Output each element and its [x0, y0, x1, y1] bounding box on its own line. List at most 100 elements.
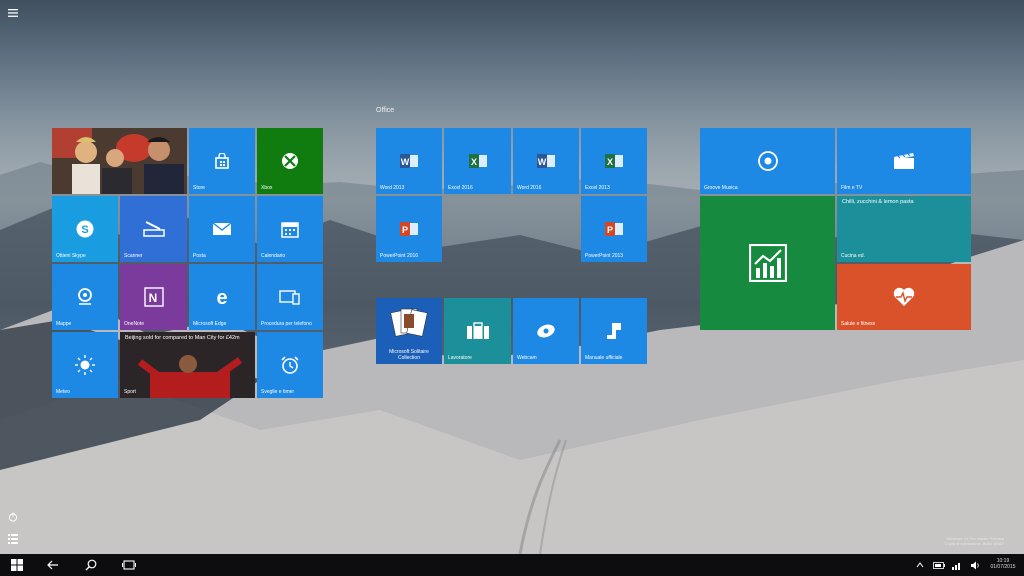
start-button[interactable] — [2, 554, 32, 576]
word-2013-label: Word 2013 — [380, 185, 405, 191]
tray-chevron-button[interactable] — [910, 554, 930, 576]
excel-icon: X — [468, 154, 487, 168]
back-button[interactable] — [38, 554, 68, 576]
network-button[interactable] — [948, 554, 966, 576]
cook-text: Chilli, zucchini & lemon pasta — [842, 199, 914, 205]
battery-button[interactable] — [930, 554, 948, 576]
task-view-button[interactable] — [114, 554, 144, 576]
word-2013-tile[interactable]: W Word 2013 — [376, 128, 442, 194]
word-icon: W — [537, 154, 555, 168]
volume-icon — [971, 561, 979, 569]
powerpoint-2016-tile[interactable]: P PowerPoint 2016 — [376, 196, 442, 262]
films-tv-tile[interactable]: Film e TV — [837, 128, 971, 194]
business-tile[interactable]: Lavoratore — [444, 298, 511, 364]
search-icon — [85, 559, 97, 571]
svg-text:e: e — [216, 287, 227, 307]
news-photo-tile[interactable] — [52, 128, 187, 194]
powerpoint-2016-label: PowerPoint 2016 — [380, 253, 419, 259]
task-view-icon — [122, 560, 136, 570]
edge-label: Microsoft Edge — [193, 321, 227, 327]
excel-2016-label: Excel 2016 — [448, 185, 473, 191]
phone-companion-label: Procedura per telefono — [261, 321, 312, 327]
edge-tile[interactable]: e Microsoft Edge — [189, 264, 255, 330]
film-icon — [894, 153, 914, 169]
desktop-background: Store Xbox S Ottieni Skype Scanner Posta… — [0, 0, 1024, 554]
onenote-icon: N — [143, 287, 164, 307]
mail-tile[interactable]: Posta — [189, 196, 255, 262]
xbox-tile[interactable]: Xbox — [257, 128, 323, 194]
briefcase-icon — [466, 322, 489, 339]
weather-sun-icon — [75, 355, 95, 375]
calendar-icon — [281, 222, 299, 238]
windows-logo-icon — [11, 559, 23, 571]
webcam-label: Webcam — [517, 355, 537, 361]
news-photo-image — [52, 128, 187, 194]
maps-tile[interactable]: Mappe — [52, 264, 118, 330]
sport-headline: Beijing sold for compared to Man City fo… — [125, 335, 240, 341]
group-title-office: Office — [376, 107, 395, 114]
cook-tile[interactable]: Chilli, zucchini & lemon pasta Cucina ed… — [837, 196, 971, 262]
business-label: Lavoratore — [448, 355, 472, 361]
solitaire-label: Microsoft Solitaire Collection — [389, 349, 429, 361]
solitaire-tile[interactable]: Microsoft Solitaire Collection — [376, 298, 442, 364]
joystick-icon — [607, 323, 621, 339]
powerpoint-2013-label: PowerPoint 2013 — [585, 253, 624, 259]
money-tile[interactable] — [700, 196, 835, 330]
groove-icon — [757, 151, 778, 171]
store-tile[interactable]: Store — [189, 128, 255, 194]
edge-icon: e — [216, 287, 227, 307]
power-icon[interactable] — [6, 510, 20, 524]
excel-2016-tile[interactable]: X Excel 2016 — [444, 128, 511, 194]
skype-icon: S — [76, 220, 94, 238]
taskbar: 10:19 01/07/2015 — [0, 554, 1024, 576]
powerpoint-icon: P — [605, 222, 623, 236]
skype-tile[interactable]: S Ottieni Skype — [52, 196, 118, 262]
cook-label: Cucina ed. — [841, 253, 865, 259]
store-label: Store — [193, 185, 205, 191]
heart-icon — [893, 287, 915, 306]
svg-text:X: X — [470, 157, 476, 167]
webcam-tile[interactable]: Webcam — [513, 298, 579, 364]
svg-text:P: P — [607, 225, 613, 235]
volume-button[interactable] — [966, 554, 984, 576]
clock-date: 01/07/2015 — [990, 564, 1016, 570]
sport-tile[interactable]: Beijing sold for compared to Man City fo… — [120, 332, 255, 398]
weather-tile[interactable]: Meteo — [52, 332, 118, 398]
alarm-icon — [281, 356, 299, 374]
back-arrow-icon — [47, 560, 58, 570]
menu-hamburger-icon[interactable] — [6, 6, 20, 20]
remote-label: Manuale ufficiale — [585, 355, 623, 361]
store-bag-icon — [215, 153, 229, 169]
scanner-label: Scanner — [124, 253, 143, 259]
word-2016-tile[interactable]: W Word 2016 — [513, 128, 579, 194]
svg-text:W: W — [538, 157, 547, 167]
svg-text:S: S — [81, 224, 88, 236]
svg-text:N: N — [148, 291, 157, 305]
onenote-label: OneNote — [124, 321, 145, 327]
calendar-label: Calendario — [261, 253, 286, 259]
powerpoint-2013-tile[interactable]: P PowerPoint 2013 — [581, 196, 647, 262]
alarms-tile[interactable]: Sveglie e timer — [257, 332, 323, 398]
excel-2013-tile[interactable]: X Excel 2013 — [581, 128, 647, 194]
excel-icon: X — [605, 154, 623, 168]
xbox-icon — [282, 153, 298, 169]
powerpoint-icon: P — [400, 222, 418, 236]
mail-icon — [212, 222, 232, 235]
remote-tile[interactable]: Manuale ufficiale — [581, 298, 647, 364]
search-button[interactable] — [76, 554, 106, 576]
groove-music-label: Groove Musica — [704, 185, 738, 191]
clock[interactable]: 10:19 01/07/2015 — [986, 558, 1020, 570]
health-fitness-tile[interactable]: Salute e fitness — [837, 264, 971, 330]
onenote-tile[interactable]: N OneNote — [120, 264, 187, 330]
battery-icon — [933, 561, 945, 569]
svg-text:W: W — [401, 157, 410, 167]
chevron-up-icon — [916, 562, 924, 568]
groove-music-tile[interactable]: Groove Musica — [700, 128, 835, 194]
scanner-tile[interactable]: Scanner — [120, 196, 187, 262]
calendar-tile[interactable]: Calendario — [257, 196, 323, 262]
phone-companion-tile[interactable]: Procedura per telefono — [257, 264, 323, 330]
skype-label: Ottieni Skype — [56, 253, 86, 259]
all-apps-icon[interactable] — [6, 532, 20, 546]
mail-label: Posta — [193, 253, 206, 259]
chart-icon — [748, 244, 787, 282]
